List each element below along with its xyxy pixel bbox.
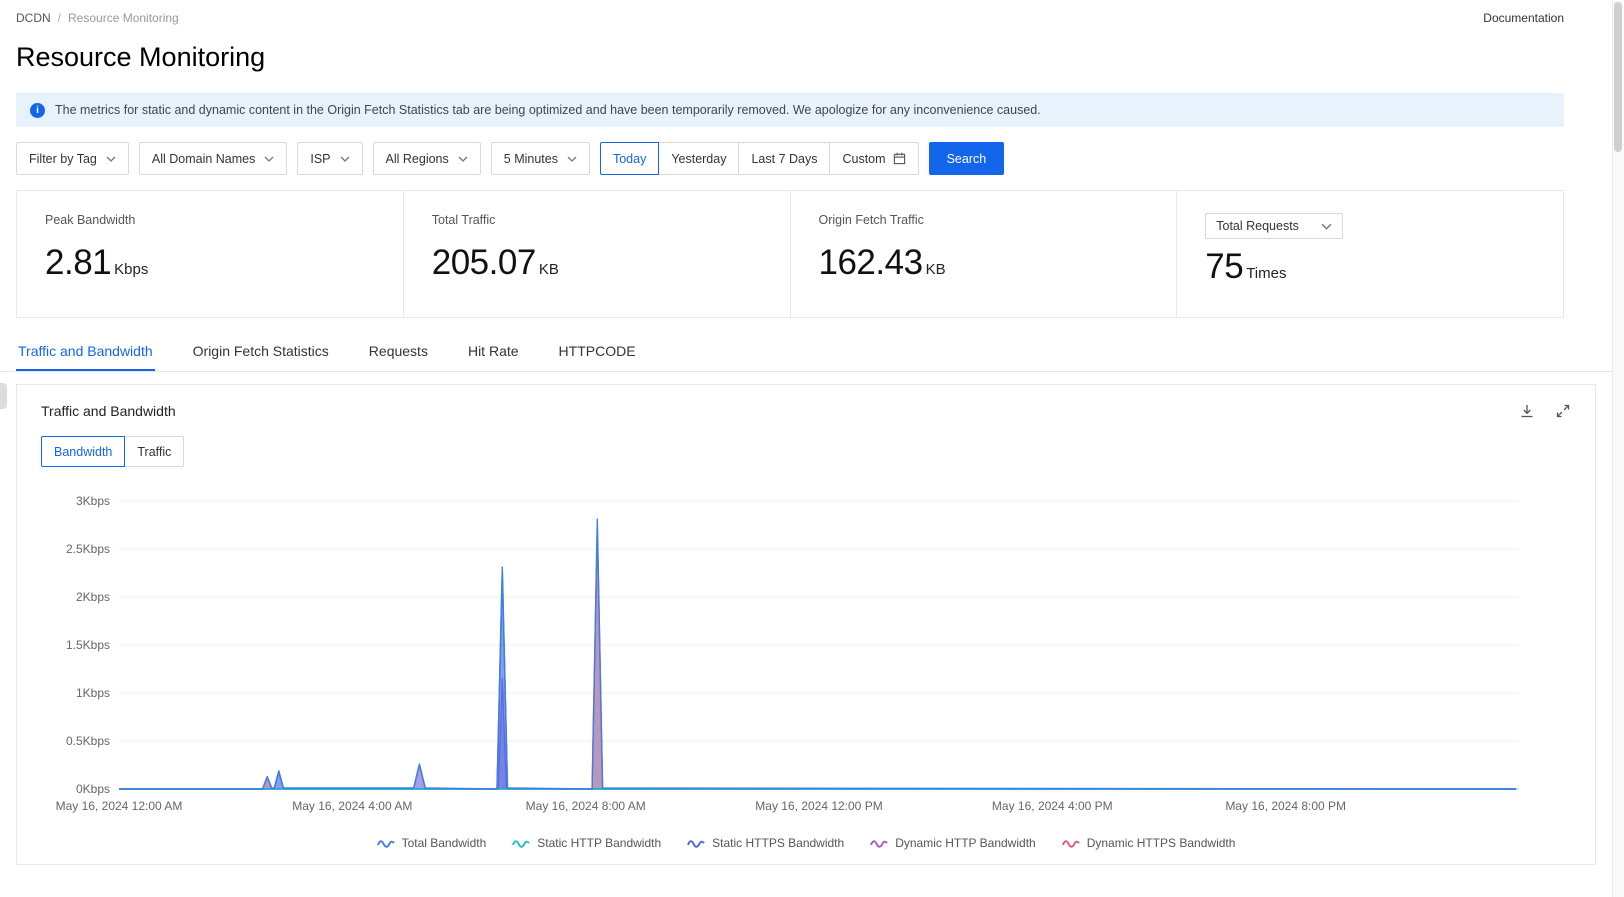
main-content: DCDN / Resource Monitoring Documentation R… xyxy=(0,0,1612,865)
chart-panel-header: Traffic and Bandwidth xyxy=(41,403,1571,419)
search-button[interactable]: Search xyxy=(928,142,1005,175)
filter-toolbar: Filter by Tag All Domain Names ISP All R… xyxy=(16,142,1564,175)
legend-dynamic-http-bandwidth[interactable]: Dynamic HTTP Bandwidth xyxy=(870,836,1036,850)
documentation-link[interactable]: Documentation xyxy=(1483,11,1564,25)
page-scrollbar[interactable] xyxy=(1612,0,1624,897)
stat-unit: Times xyxy=(1246,265,1287,282)
info-icon: i xyxy=(30,102,45,118)
svg-text:2Kbps: 2Kbps xyxy=(76,590,110,604)
chart-legend: Total Bandwidth Static HTTP Bandwidth Stat… xyxy=(41,836,1571,850)
stat-origin-fetch-traffic: Origin Fetch Traffic 162.43 KB xyxy=(789,191,1177,317)
scrollbar-thumb[interactable] xyxy=(1614,2,1622,152)
svg-text:May 16, 2024 4:00 PM: May 16, 2024 4:00 PM xyxy=(992,799,1113,813)
tab-origin-fetch-statistics[interactable]: Origin Fetch Statistics xyxy=(191,333,331,371)
svg-text:May 16, 2024 12:00 PM: May 16, 2024 12:00 PM xyxy=(755,799,882,813)
stat-value: 162.43 xyxy=(818,243,924,282)
top-section: DCDN / Resource Monitoring Documentation R… xyxy=(0,0,1612,318)
legend-dynamic-https-bandwidth[interactable]: Dynamic HTTPS Bandwidth xyxy=(1061,836,1235,850)
breadcrumb-root[interactable]: DCDN xyxy=(16,11,51,25)
stat-value: 2.81 xyxy=(45,243,112,282)
chevron-down-icon xyxy=(567,156,577,162)
toggle-traffic[interactable]: Traffic xyxy=(124,436,185,467)
legend-total-bandwidth[interactable]: Total Bandwidth xyxy=(376,836,486,850)
wave-icon xyxy=(512,839,531,848)
wave-icon xyxy=(687,839,705,848)
regions-dropdown[interactable]: All Regions xyxy=(372,142,481,175)
stat-unit: Kbps xyxy=(114,261,149,278)
range-button-yesterday[interactable]: Yesterday xyxy=(658,142,740,175)
svg-text:May 16, 2024 4:00 AM: May 16, 2024 4:00 AM xyxy=(292,799,412,813)
wave-icon xyxy=(376,839,395,848)
download-icon[interactable] xyxy=(1519,403,1535,419)
isp-dropdown[interactable]: ISP xyxy=(297,142,363,175)
info-banner-text: The metrics for static and dynamic conte… xyxy=(55,103,1041,117)
svg-text:May 16, 2024 8:00 AM: May 16, 2024 8:00 AM xyxy=(526,799,646,813)
stat-unit: KB xyxy=(925,261,946,278)
breadcrumb: DCDN / Resource Monitoring Documentation xyxy=(16,0,1564,25)
metric-toggle-group: Bandwidth Traffic xyxy=(41,436,1571,467)
svg-text:May 16, 2024 12:00 AM: May 16, 2024 12:00 AM xyxy=(56,799,183,813)
svg-text:3Kbps: 3Kbps xyxy=(76,494,110,508)
legend-static-https-bandwidth[interactable]: Static HTTPS Bandwidth xyxy=(687,836,844,850)
chart-panel: Traffic and Bandwidth Bandwidth Traffic 0… xyxy=(16,384,1596,865)
requests-metric-select[interactable]: Total Requests xyxy=(1205,213,1343,239)
range-button-today[interactable]: Today xyxy=(599,142,660,175)
expand-icon[interactable] xyxy=(1555,403,1571,419)
info-banner: i The metrics for static and dynamic con… xyxy=(16,93,1564,127)
calendar-icon xyxy=(893,152,905,165)
chart-panel-actions xyxy=(1519,403,1571,419)
svg-text:1Kbps: 1Kbps xyxy=(76,686,110,700)
wave-icon xyxy=(870,839,888,848)
stat-label: Total Traffic xyxy=(431,213,496,227)
panel-collapse-handle[interactable] xyxy=(0,383,7,409)
stat-unit: KB xyxy=(538,261,559,278)
interval-dropdown[interactable]: 5 Minutes xyxy=(490,142,590,175)
tabs: Traffic and Bandwidth Origin Fetch Statis… xyxy=(0,333,1612,372)
chevron-down-icon xyxy=(106,156,116,162)
bandwidth-chart: 0Kbps 0.5Kbps 1Kbps 1.5Kbps 2Kbps 2.5Kbps 3Kbp… xyxy=(56,494,1519,813)
stat-label: Peak Bandwidth xyxy=(45,213,136,227)
chart-area: 0Kbps 0.5Kbps 1Kbps 1.5Kbps 2Kbps 2.5Kbps 3Kbp… xyxy=(41,487,1571,828)
svg-text:May 16, 2024 8:00 PM: May 16, 2024 8:00 PM xyxy=(1225,799,1346,813)
tab-traffic-and-bandwidth[interactable]: Traffic and Bandwidth xyxy=(16,333,155,371)
stats-row: Peak Bandwidth 2.81 Kbps Total Traffic 2… xyxy=(16,190,1564,318)
toggle-bandwidth[interactable]: Bandwidth xyxy=(41,436,126,467)
chevron-down-icon xyxy=(458,156,468,162)
stat-value: 75 xyxy=(1205,247,1244,286)
chevron-down-icon xyxy=(340,156,349,162)
stat-peak-bandwidth: Peak Bandwidth 2.81 Kbps xyxy=(17,191,403,317)
page-title: Resource Monitoring xyxy=(16,42,266,72)
tab-hit-rate[interactable]: Hit Rate xyxy=(466,333,521,371)
range-button-custom[interactable]: Custom xyxy=(829,142,919,175)
legend-static-http-bandwidth[interactable]: Static HTTP Bandwidth xyxy=(512,836,661,850)
breadcrumb-separator: / xyxy=(57,11,62,25)
chart-panel-title: Traffic and Bandwidth xyxy=(41,403,176,419)
tab-httpcode[interactable]: HTTPCODE xyxy=(557,333,638,371)
chevron-down-icon xyxy=(1321,223,1332,230)
wave-icon xyxy=(1061,839,1080,848)
range-button-last-7-days[interactable]: Last 7 Days xyxy=(738,142,831,175)
stat-total-traffic: Total Traffic 205.07 KB xyxy=(402,191,790,317)
domain-names-dropdown[interactable]: All Domain Names xyxy=(138,142,288,175)
stat-label: Origin Fetch Traffic xyxy=(818,213,924,227)
tab-requests[interactable]: Requests xyxy=(367,333,430,371)
breadcrumb-path: DCDN / Resource Monitoring xyxy=(16,11,179,25)
svg-text:0.5Kbps: 0.5Kbps xyxy=(66,734,110,748)
breadcrumb-current: Resource Monitoring xyxy=(68,11,179,25)
chevron-down-icon xyxy=(264,156,274,162)
date-range-group: Today Yesterday Last 7 Days Custom xyxy=(599,142,919,175)
stat-value: 205.07 xyxy=(431,243,537,282)
filter-by-tag-dropdown[interactable]: Filter by Tag xyxy=(16,142,129,175)
svg-text:1.5Kbps: 1.5Kbps xyxy=(66,638,110,652)
svg-text:0Kbps: 0Kbps xyxy=(76,782,110,796)
svg-text:2.5Kbps: 2.5Kbps xyxy=(66,542,110,556)
stat-total-requests: Total Requests 75 Times xyxy=(1176,191,1563,317)
